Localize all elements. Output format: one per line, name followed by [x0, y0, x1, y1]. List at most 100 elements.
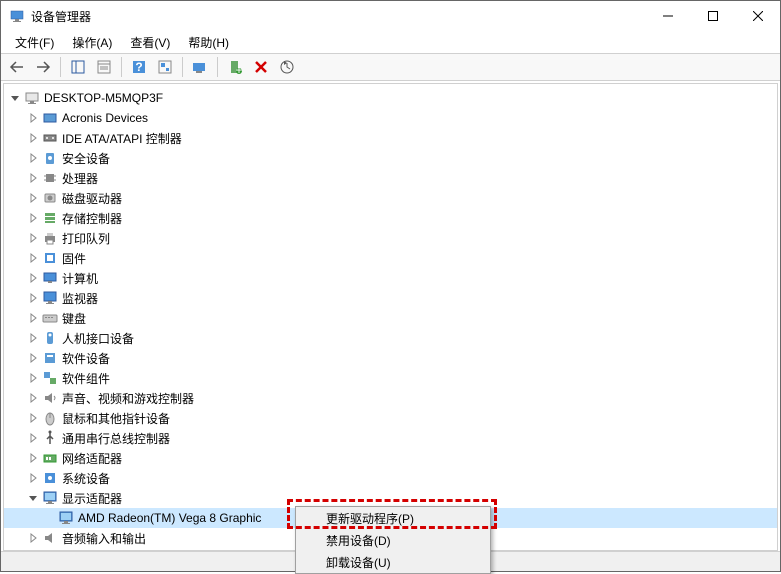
tree-root-label: DESKTOP-M5MQP3F — [44, 91, 163, 105]
svg-text:+: + — [235, 63, 242, 74]
tree-category-1[interactable]: IDE ATA/ATAPI 控制器 — [4, 128, 777, 148]
expander-icon[interactable] — [26, 271, 40, 285]
tree-category-19[interactable]: 显示适配器 — [4, 488, 777, 508]
software-icon — [42, 350, 58, 366]
tree-category-label: 软件组件 — [62, 370, 110, 387]
menu-help[interactable]: 帮助(H) — [180, 32, 237, 53]
expander-icon[interactable] — [26, 191, 40, 205]
show-hide-tree-button[interactable] — [66, 55, 90, 79]
computer-icon — [42, 270, 58, 286]
keyboard-icon — [42, 310, 58, 326]
expander-icon[interactable] — [26, 391, 40, 405]
tree-category-label: 网络适配器 — [62, 450, 122, 467]
refresh-button[interactable] — [153, 55, 177, 79]
firmware-icon — [42, 250, 58, 266]
svg-text:?: ? — [135, 60, 142, 74]
tree-category-label: 监视器 — [62, 290, 98, 307]
expander-icon[interactable] — [26, 231, 40, 245]
tree-category-label: 音频输入和输出 — [62, 530, 146, 547]
expander-icon[interactable] — [26, 251, 40, 265]
expander-icon[interactable] — [26, 291, 40, 305]
software-comp-icon — [42, 370, 58, 386]
expander-icon[interactable] — [26, 411, 40, 425]
mouse-icon — [42, 410, 58, 426]
audio-icon — [42, 390, 58, 406]
expander-icon[interactable] — [26, 211, 40, 225]
tree-category-label: 软件设备 — [62, 350, 110, 367]
toolbar: ? + — [1, 53, 780, 81]
tree-category-label: 通用串行总线控制器 — [62, 430, 170, 447]
tree-category-14[interactable]: 声音、视频和游戏控制器 — [4, 388, 777, 408]
forward-button[interactable] — [31, 55, 55, 79]
tree-category-7[interactable]: 固件 — [4, 248, 777, 268]
context-menu-update-driver[interactable]: 更新驱动程序(P) — [296, 507, 490, 529]
expander-icon[interactable] — [26, 171, 40, 185]
tree-category-3[interactable]: 处理器 — [4, 168, 777, 188]
close-button[interactable] — [735, 1, 780, 31]
context-menu-disable-device[interactable]: 禁用设备(D) — [296, 529, 490, 551]
tree-category-11[interactable]: 人机接口设备 — [4, 328, 777, 348]
monitor-icon — [42, 290, 58, 306]
expander-icon[interactable] — [26, 131, 40, 145]
tree-category-label: 处理器 — [62, 170, 98, 187]
expander-icon[interactable] — [26, 531, 40, 545]
minimize-button[interactable] — [645, 1, 690, 31]
menu-view[interactable]: 查看(V) — [122, 32, 178, 53]
tree-root[interactable]: DESKTOP-M5MQP3F — [4, 88, 777, 108]
tree-category-10[interactable]: 键盘 — [4, 308, 777, 328]
tree-category-13[interactable]: 软件组件 — [4, 368, 777, 388]
tree-category-label: 打印队列 — [62, 230, 110, 247]
tree-category-12[interactable]: 软件设备 — [4, 348, 777, 368]
tree-category-6[interactable]: 打印队列 — [4, 228, 777, 248]
expander-icon[interactable] — [26, 331, 40, 345]
tree-category-5[interactable]: 存储控制器 — [4, 208, 777, 228]
menu-file[interactable]: 文件(F) — [7, 32, 62, 53]
expander-icon[interactable] — [26, 471, 40, 485]
tree-category-15[interactable]: 鼠标和其他指针设备 — [4, 408, 777, 428]
expander-icon[interactable] — [26, 371, 40, 385]
tree-category-2[interactable]: 安全设备 — [4, 148, 777, 168]
tree-category-0[interactable]: Acronis Devices — [4, 108, 777, 128]
menu-action[interactable]: 操作(A) — [64, 32, 120, 53]
expander-icon[interactable] — [26, 351, 40, 365]
device-tree[interactable]: DESKTOP-M5MQP3F Acronis Devices IDE ATA/… — [3, 83, 778, 551]
tree-device-label: AMD Radeon(TM) Vega 8 Graphic — [78, 511, 261, 525]
expander-icon[interactable] — [26, 151, 40, 165]
tree-category-label: 显示适配器 — [62, 490, 122, 507]
usb-icon — [42, 430, 58, 446]
help-button[interactable]: ? — [127, 55, 151, 79]
device-generic-icon — [42, 110, 58, 126]
tree-category-16[interactable]: 通用串行总线控制器 — [4, 428, 777, 448]
back-button[interactable] — [5, 55, 29, 79]
expander-icon[interactable] — [26, 111, 40, 125]
add-legacy-button[interactable]: + — [223, 55, 247, 79]
storage-icon — [42, 210, 58, 226]
tree-category-label: 键盘 — [62, 310, 86, 327]
tree-category-8[interactable]: 计算机 — [4, 268, 777, 288]
uninstall-button[interactable] — [249, 55, 273, 79]
menubar: 文件(F) 操作(A) 查看(V) 帮助(H) — [1, 31, 780, 53]
tree-category-17[interactable]: 网络适配器 — [4, 448, 777, 468]
expander-icon[interactable] — [26, 451, 40, 465]
expander-icon[interactable] — [26, 311, 40, 325]
tree-category-label: 计算机 — [62, 270, 98, 287]
app-icon — [9, 8, 25, 24]
tree-category-9[interactable]: 监视器 — [4, 288, 777, 308]
scan-hardware-button[interactable] — [188, 55, 212, 79]
display-icon — [42, 490, 58, 506]
maximize-button[interactable] — [690, 1, 735, 31]
tree-category-label: 声音、视频和游戏控制器 — [62, 390, 194, 407]
tree-category-label: 安全设备 — [62, 150, 110, 167]
expander-icon[interactable] — [8, 91, 22, 105]
tree-category-label: Acronis Devices — [62, 111, 148, 125]
properties-button[interactable] — [92, 55, 116, 79]
tree-category-4[interactable]: 磁盘驱动器 — [4, 188, 777, 208]
tree-category-18[interactable]: 系统设备 — [4, 468, 777, 488]
computer-icon — [24, 90, 40, 106]
expander-icon[interactable] — [26, 431, 40, 445]
expander-icon[interactable] — [26, 491, 40, 505]
tree-category-label: 固件 — [62, 250, 86, 267]
context-menu-uninstall-device[interactable]: 卸载设备(U) — [296, 551, 490, 573]
update-driver-button[interactable] — [275, 55, 299, 79]
tree-category-label: 鼠标和其他指针设备 — [62, 410, 170, 427]
